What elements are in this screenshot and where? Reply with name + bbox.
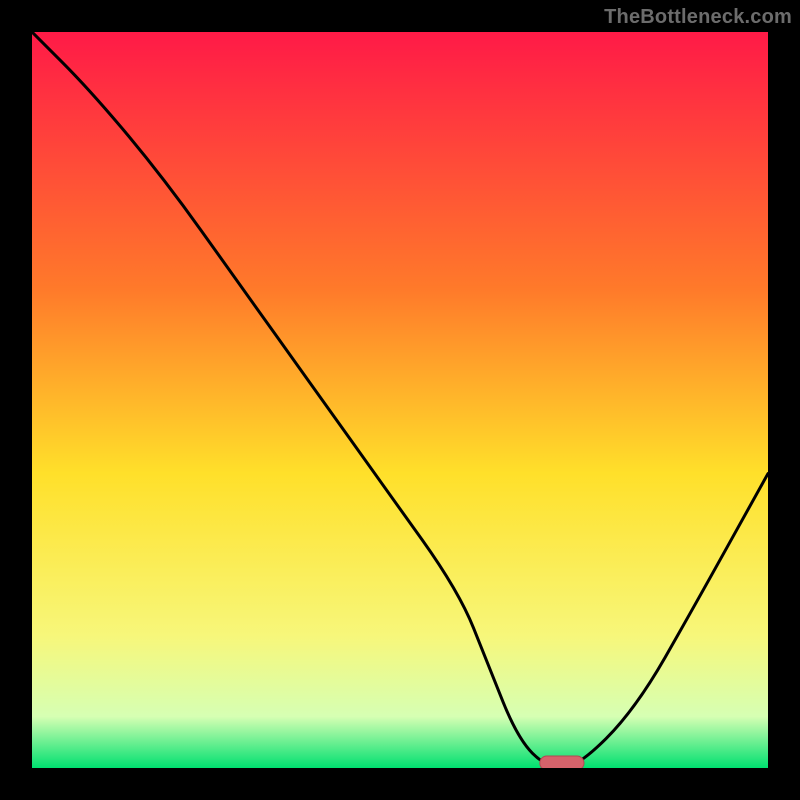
attribution-label: TheBottleneck.com [604,6,792,29]
frame: TheBottleneck.com [0,0,800,800]
chart-svg [32,32,768,768]
optimal-marker [540,756,584,768]
chart-plot-area [32,32,768,768]
gradient-background [32,32,768,768]
